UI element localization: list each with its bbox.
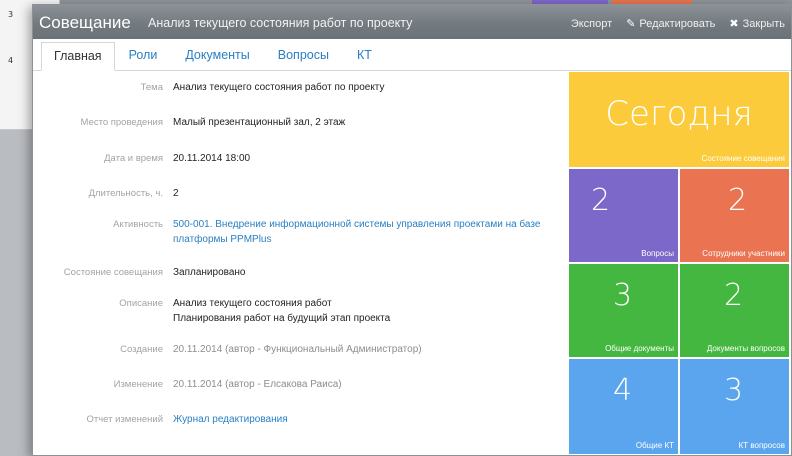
tile-today[interactable]: Сегодня Состояние совещания (569, 72, 789, 167)
background-number: 4 (8, 56, 14, 65)
background-number: 3 (8, 10, 14, 19)
description-line: Планирования работ на будущий этап проек… (173, 313, 391, 324)
field-changelog: Отчет изменений Журнал редактирования (33, 412, 563, 427)
tile-participants[interactable]: 2 Сотрудники участники (680, 169, 789, 262)
field-topic: Тема Анализ текущего состояния работ по … (33, 80, 563, 95)
field-datetime: Дата и время 20.11.2014 18:00 (33, 151, 563, 166)
field-label: Длительность, ч. (88, 188, 163, 199)
summary-tiles: Сегодня Состояние совещания 2 Вопросы 2 … (569, 72, 791, 455)
field-label: Активность (113, 219, 163, 230)
description-line: Анализ текущего состояния работ (173, 298, 332, 309)
tile-value: Сегодня (605, 94, 753, 134)
changelog-link[interactable]: Журнал редактирования (173, 412, 553, 427)
tile-caption: Вопросы (641, 249, 674, 258)
tile-question-documents[interactable]: 2 Документы вопросов (680, 264, 789, 357)
tile-value: 2 (728, 183, 748, 218)
titlebar: Совещание Анализ текущего состояния рабо… (33, 5, 791, 39)
tile-value: 4 (613, 373, 633, 408)
field-value: Малый презентационный зал, 2 этаж (173, 117, 346, 128)
tile-common-documents[interactable]: 3 Общие документы (569, 264, 678, 357)
tile-caption: Общие КТ (635, 441, 674, 450)
edit-button[interactable]: ✎ Редактировать (626, 17, 716, 31)
tile-value: 3 (613, 278, 633, 313)
field-value: Анализ текущего состояния работ Планиров… (173, 296, 553, 326)
tab-main[interactable]: Главная (41, 42, 115, 71)
close-button[interactable]: ✖ Закрыть (729, 17, 785, 31)
meeting-dialog: Совещание Анализ текущего состояния рабо… (32, 4, 792, 456)
field-duration: Длительность, ч. 2 (33, 186, 563, 201)
titlebar-actions: Экспорт ✎ Редактировать ✖ Закрыть (571, 17, 785, 31)
tab-roles[interactable]: Роли (115, 48, 172, 70)
tile-caption: Общие документы (605, 344, 674, 353)
field-description: Описание Анализ текущего состояния работ… (33, 296, 563, 326)
field-modified: Изменение 20.11.2014 (автор - Елсакова Р… (33, 377, 563, 392)
field-label: Место проведения (80, 117, 163, 128)
pencil-icon: ✎ (626, 18, 636, 30)
field-value: Запланировано (173, 267, 246, 278)
field-label: Состояние совещания (63, 267, 163, 278)
field-label: Дата и время (104, 153, 163, 164)
tile-caption: Документы вопросов (706, 344, 785, 353)
meeting-details: Тема Анализ текущего состояния работ по … (33, 72, 563, 452)
field-value: Анализ текущего состояния работ по проек… (173, 82, 385, 93)
field-label: Изменение (113, 379, 163, 390)
tab-documents[interactable]: Документы (171, 48, 263, 70)
close-label: Закрыть (742, 17, 785, 30)
dialog-title: Совещание (39, 13, 131, 32)
field-value: 20.11.2014 (автор - Елсакова Раиса) (173, 379, 342, 390)
field-state: Состояние совещания Запланировано (33, 265, 563, 280)
field-value: 20.11.2014 (автор - Функциональный Админ… (173, 344, 422, 355)
field-label: Отчет изменений (86, 414, 163, 425)
tile-caption: Состояние совещания (701, 154, 785, 163)
close-icon: ✖ (729, 18, 739, 30)
tile-value: 2 (591, 183, 611, 218)
tile-value: 2 (724, 278, 744, 313)
export-button[interactable]: Экспорт (571, 18, 612, 30)
dialog-subtitle: Анализ текущего состояния работ по проек… (148, 16, 413, 30)
export-label: Экспорт (570, 17, 613, 30)
tile-caption: Сотрудники участники (702, 249, 785, 258)
tile-caption: КТ вопросов (738, 441, 785, 450)
field-label: Описание (119, 298, 163, 309)
tab-bar: Главная Роли Документы Вопросы КТ (33, 39, 791, 71)
field-created: Создание 20.11.2014 (автор - Функциональ… (33, 342, 563, 357)
tab-kt[interactable]: КТ (343, 48, 386, 70)
tile-common-kt[interactable]: 4 Общие КТ (569, 359, 678, 454)
tab-questions[interactable]: Вопросы (264, 48, 343, 70)
edit-label: Редактировать (639, 17, 716, 30)
field-place: Место проведения Малый презентационный з… (33, 115, 563, 130)
field-label: Тема (140, 82, 163, 93)
field-label: Создание (120, 344, 163, 355)
tile-question-kt[interactable]: 3 КТ вопросов (680, 359, 789, 454)
tile-questions[interactable]: 2 Вопросы (569, 169, 678, 262)
activity-link[interactable]: 500-001. Внедрение информационной систем… (173, 217, 553, 247)
field-value: 2 (173, 188, 179, 199)
tile-value: 3 (724, 373, 744, 408)
field-value: 20.11.2014 18:00 (173, 153, 251, 164)
field-activity: Активность 500-001. Внедрение информацио… (33, 217, 563, 247)
